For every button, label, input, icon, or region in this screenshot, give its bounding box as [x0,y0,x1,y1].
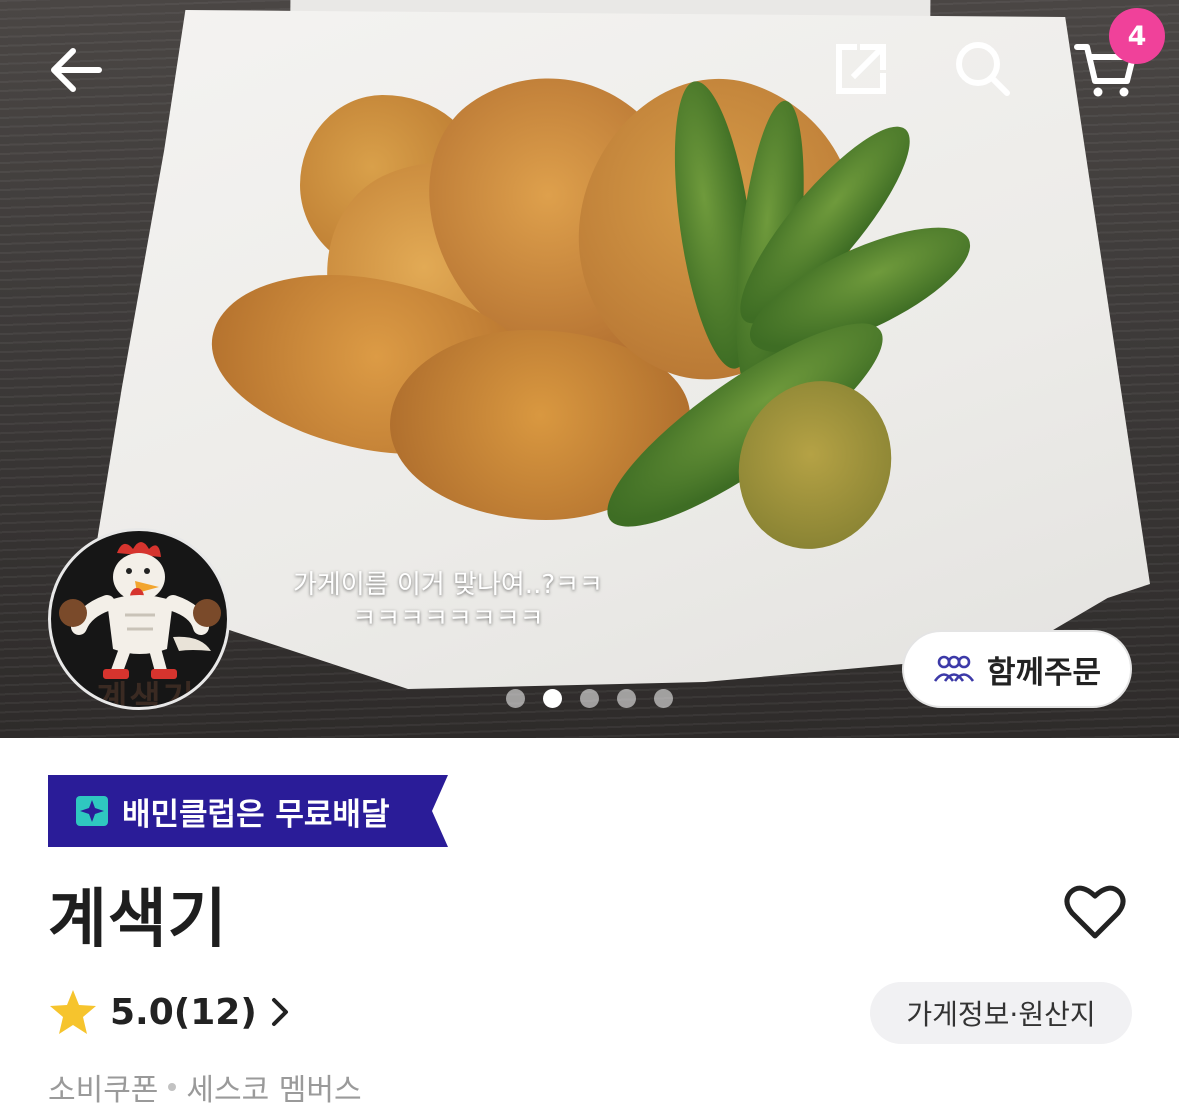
tag-coupon: 소비쿠폰 [48,1073,159,1108]
group-order-label: 함께주문 [986,654,1102,691]
carousel-dots[interactable] [506,689,673,709]
carousel-dot[interactable] [654,689,673,708]
store-tags: 소비쿠폰 세스코 멤버스 [48,1065,362,1109]
group-order-button[interactable]: 함께주문 [902,630,1132,708]
search-icon[interactable] [948,36,1018,102]
share-icon[interactable] [826,36,896,102]
carousel-dot[interactable] [506,689,525,708]
carousel-dot[interactable] [617,689,636,708]
photo-caption: 가게이름 이거 맞나여..?ㅋㅋ ㅋㅋㅋㅋㅋㅋㅋㅋ [258,568,638,636]
baemin-club-banner[interactable]: 배민클럽은 무료배달 [48,775,448,847]
store-name: 계색기 [48,883,228,957]
logo-text: 계색기 [96,679,196,710]
star-icon [50,990,96,1034]
cart-count-badge: 4 [1109,8,1165,64]
hero-photo[interactable]: 4 계색기 가게이름 이거 맞나여..?ㅋㅋ ㅋㅋㅋㅋㅋㅋㅋㅋ 함께주문 [0,0,1179,738]
rating-link[interactable]: 5.0(12) [48,984,291,1040]
heart-icon[interactable] [1058,878,1132,946]
carousel-dot[interactable] [580,689,599,708]
caption-line-1: 가게이름 이거 맞나여..?ㅋㅋ [293,570,603,600]
club-sparkle-icon [76,796,108,826]
carousel-dot[interactable] [543,689,562,708]
rating-value: 5.0(12) [110,991,257,1033]
caption-line-2: ㅋㅋㅋㅋㅋㅋㅋㅋ [352,604,544,634]
tag-separator [168,1083,177,1091]
back-arrow-icon[interactable] [40,38,110,102]
store-info-button[interactable]: 가게정보·원산지 [870,982,1132,1044]
chevron-right-icon [271,998,288,1026]
people-icon [933,655,975,682]
store-logo[interactable]: 계색기 [48,528,230,710]
club-banner-label: 배민클럽은 무료배달 [122,796,390,833]
tag-cesco: 세스코 멤버스 [186,1073,362,1108]
